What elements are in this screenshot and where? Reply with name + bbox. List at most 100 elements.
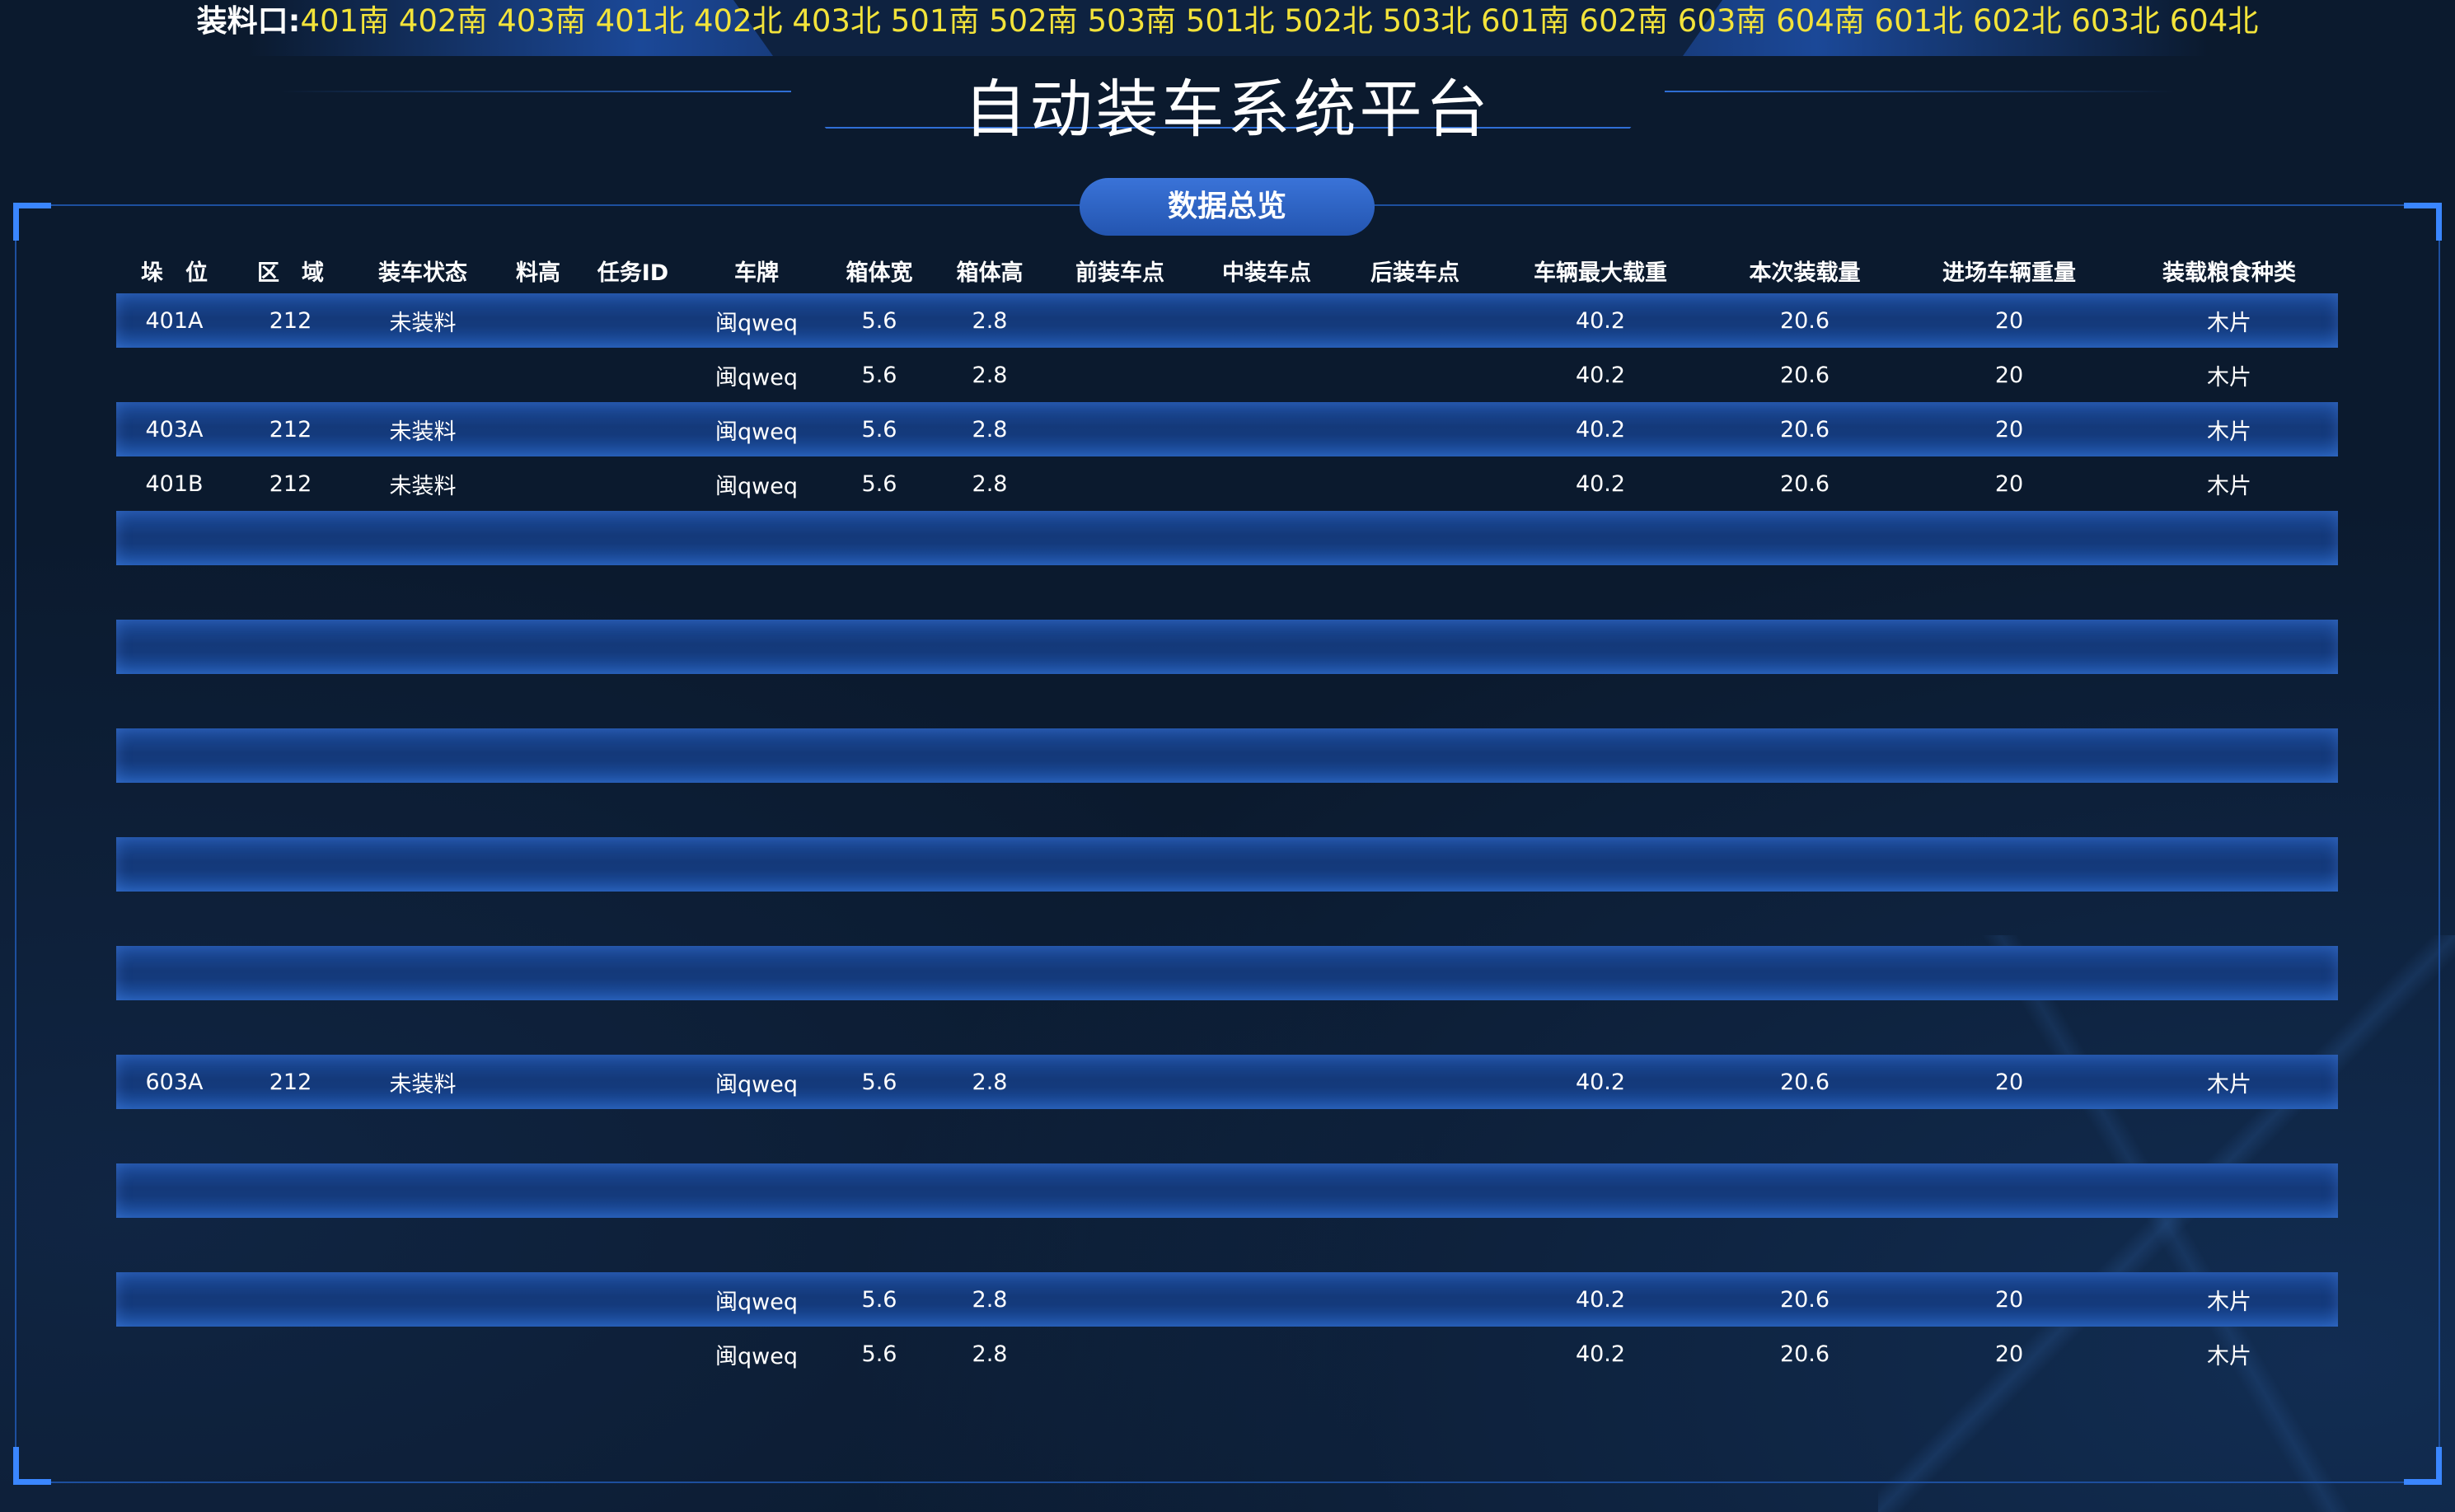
table-cell: 闽qweq	[715, 419, 798, 445]
table-cell: 20.6	[1779, 1286, 1830, 1313]
table-cell: 40.2	[1575, 416, 1626, 442]
column-header: 车辆最大载重	[1534, 260, 1667, 286]
table-cell: 闽qweq	[715, 310, 798, 336]
loading-ports-list: 401南 402南 403南 401北 402北 403北 501南 502南 …	[300, 3, 2259, 39]
table-cell: 40.2	[1575, 1069, 1626, 1095]
column-header: 本次装载量	[1749, 260, 1861, 286]
table-cell: 木片	[2207, 1289, 2251, 1315]
table-row[interactable]	[116, 728, 2338, 783]
table-row[interactable]	[116, 565, 2338, 620]
table-cell: 20.6	[1779, 1069, 1830, 1095]
table-cell: 5.6	[861, 1069, 897, 1095]
table-body: 401A 212 未装料 闽qweq 5.6 2.8 40.2 20.6 20 木片 闽qweq 5.…	[116, 293, 2338, 1381]
table-cell: 未装料	[389, 419, 457, 445]
loading-ports-label: 装料口:	[196, 3, 301, 39]
table-cell: 20.6	[1779, 1341, 1830, 1367]
table-row[interactable]: 闽qweq 5.6 2.8 40.2 20.6 20 木片	[116, 1272, 2338, 1327]
table-cell: 212	[269, 470, 312, 497]
table-row[interactable]	[116, 1109, 2338, 1163]
column-header: 进场车辆重量	[1942, 260, 2076, 286]
table-row[interactable]: 401A 212 未装料 闽qweq 5.6 2.8 40.2 20.6 20 木片	[116, 293, 2338, 348]
table-cell: 5.6	[861, 307, 897, 334]
table-row[interactable]	[116, 946, 2338, 1000]
table-row[interactable]: 403A 212 未装料 闽qweq 5.6 2.8 40.2 20.6 20 木片	[116, 402, 2338, 456]
column-header: 装车状态	[378, 260, 467, 286]
table-cell: 未装料	[389, 310, 457, 336]
column-header: 箱体宽	[846, 260, 913, 286]
column-header: 装载粮食种类	[2162, 260, 2296, 286]
corner-bracket-bottom-left	[13, 1447, 51, 1485]
table-cell: 未装料	[389, 1071, 457, 1098]
corner-bracket-top-left	[13, 203, 51, 241]
table-cell: 212	[269, 1069, 312, 1095]
column-header: 前装车点	[1075, 260, 1164, 286]
column-header: 任务ID	[597, 260, 669, 286]
table-cell: 40.2	[1575, 1341, 1626, 1367]
table-cell: 闽qweq	[715, 1289, 798, 1315]
table-cell: 401A	[145, 307, 204, 334]
dashboard-page: 装料口:401南 402南 403南 401北 402北 403北 501南 5…	[0, 0, 2455, 1512]
table-cell: 212	[269, 416, 312, 442]
table-row[interactable]: 603A 212 未装料 闽qweq 5.6 2.8 40.2 20.6 20 木片	[116, 1055, 2338, 1109]
table-cell: 2.8	[972, 362, 1008, 388]
table-cell: 闽qweq	[715, 364, 798, 391]
panel-title-badge: 数据总览	[1080, 178, 1375, 236]
table-cell: 212	[269, 307, 312, 334]
column-header: 垛 位	[141, 260, 208, 286]
table-cell: 木片	[2207, 419, 2251, 445]
table-cell: 401B	[145, 470, 204, 497]
corner-bracket-top-right	[2404, 203, 2442, 241]
table-cell: 20	[1994, 416, 2024, 442]
table-row[interactable]	[116, 1218, 2338, 1272]
table-row[interactable]: 闽qweq 5.6 2.8 40.2 20.6 20 木片	[116, 348, 2338, 402]
table-cell: 木片	[2207, 473, 2251, 499]
table-cell: 20	[1994, 307, 2024, 334]
table-cell: 闽qweq	[715, 1343, 798, 1369]
column-header: 车牌	[734, 260, 779, 286]
table-cell: 40.2	[1575, 1286, 1626, 1313]
table-header: 垛 位 区 域 装车状态 料高 任务ID 车牌 箱体宽 箱体高 前装车点 中装车点 后装车点 车辆最大…	[116, 247, 2338, 293]
table-row[interactable]	[116, 511, 2338, 565]
table-cell: 2.8	[972, 470, 1008, 497]
table-cell: 20	[1994, 362, 2024, 388]
column-header: 区 域	[257, 260, 324, 286]
table-row[interactable]	[116, 1163, 2338, 1218]
table-cell: 5.6	[861, 1341, 897, 1367]
table-row[interactable]	[116, 620, 2338, 674]
table-cell: 40.2	[1575, 307, 1626, 334]
table-row[interactable]: 闽qweq 5.6 2.8 40.2 20.6 20 木片	[116, 1327, 2338, 1381]
table-cell: 木片	[2207, 364, 2251, 391]
table-row[interactable]: 401B 212 未装料 闽qweq 5.6 2.8 40.2 20.6 20 木片	[116, 456, 2338, 511]
table-row[interactable]	[116, 783, 2338, 837]
table-cell: 20.6	[1779, 416, 1830, 442]
table-row[interactable]	[116, 837, 2338, 892]
table-cell: 2.8	[972, 1069, 1008, 1095]
table-row[interactable]	[116, 674, 2338, 728]
table-cell: 20.6	[1779, 470, 1830, 497]
table-cell: 闽qweq	[715, 473, 798, 499]
loading-ports-bar: 装料口:401南 402南 403南 401北 402北 403北 501南 5…	[0, 0, 2455, 43]
table-cell: 木片	[2207, 1343, 2251, 1369]
table-cell: 闽qweq	[715, 1071, 798, 1098]
table-cell: 20	[1994, 1069, 2024, 1095]
table-cell: 5.6	[861, 1286, 897, 1313]
table-cell: 20	[1994, 1286, 2024, 1313]
table-cell: 20.6	[1779, 307, 1830, 334]
table-cell: 403A	[145, 416, 204, 442]
table-cell: 20.6	[1779, 362, 1830, 388]
column-header: 箱体高	[956, 260, 1024, 286]
table-row[interactable]	[116, 892, 2338, 946]
table-row[interactable]	[116, 1000, 2338, 1055]
table-cell: 20	[1994, 470, 2024, 497]
table-cell: 5.6	[861, 362, 897, 388]
table-cell: 20	[1994, 1341, 2024, 1367]
column-header: 中装车点	[1222, 260, 1311, 286]
table-cell: 5.6	[861, 416, 897, 442]
page-title: 自动装车系统平台	[963, 73, 1492, 146]
table-cell: 603A	[145, 1069, 204, 1095]
table-cell: 2.8	[972, 1286, 1008, 1313]
table-cell: 木片	[2207, 310, 2251, 336]
column-header: 后装车点	[1370, 260, 1459, 286]
table-cell: 2.8	[972, 416, 1008, 442]
corner-bracket-bottom-right	[2404, 1447, 2442, 1485]
